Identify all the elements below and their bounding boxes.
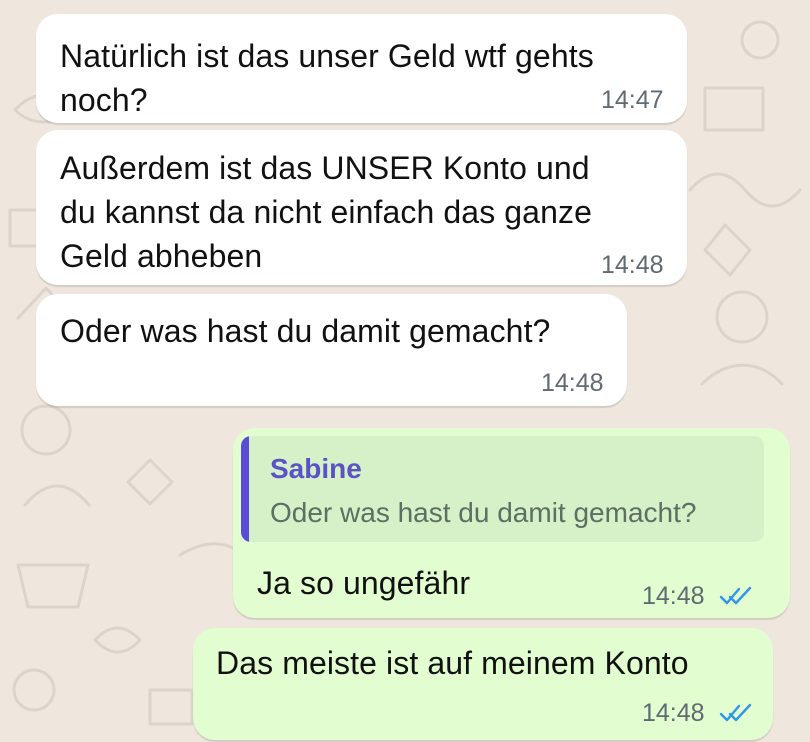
outgoing-message-reply[interactable]: Sabine Oder was hast du damit gemacht? J… [233, 428, 790, 618]
outgoing-message-2[interactable]: Das meiste ist auf meinem Konto 14:48 [193, 628, 773, 740]
message-text: Ja so ungefähr [257, 561, 470, 605]
message-text: Außerdem ist das UNSER Konto und du kann… [60, 146, 592, 278]
message-timestamp: 14:48 [642, 582, 705, 610]
double-check-read-icon [719, 586, 752, 605]
message-timestamp: 14:48 [601, 251, 664, 279]
message-timestamp: 14:47 [601, 86, 664, 114]
quoted-message[interactable]: Sabine Oder was hast du damit gemacht? [241, 436, 764, 542]
message-text: Das meiste ist auf meinem Konto [216, 641, 689, 685]
incoming-message-3[interactable]: Oder was hast du damit gemacht? 14:48 [36, 294, 627, 406]
message-line: Natürlich ist das unser Geld wtf gehts [60, 38, 594, 74]
message-line: Oder was hast du damit gemacht? [60, 313, 551, 349]
message-line: Ja so ungefähr [257, 565, 471, 601]
incoming-message-1[interactable]: Natürlich ist das unser Geld wtf gehts n… [36, 14, 687, 123]
message-line: noch? [60, 82, 148, 118]
incoming-message-2[interactable]: Außerdem ist das UNSER Konto und du kann… [36, 130, 687, 285]
quote-author: Sabine [270, 453, 362, 484]
message-text: Natürlich ist das unser Geld wtf gehts n… [60, 34, 594, 122]
message-line: Außerdem ist das UNSER Konto und [60, 150, 590, 186]
message-timestamp: 14:48 [541, 369, 604, 397]
quote-text: Oder was hast du damit gemacht? [270, 497, 697, 528]
message-line: du kannst da nicht einfach das ganze [60, 194, 592, 230]
message-text: Oder was hast du damit gemacht? [60, 309, 550, 353]
quote-accent-bar [241, 436, 249, 542]
message-line: Geld abheben [60, 238, 263, 274]
message-line: Das meiste ist auf meinem Konto [216, 645, 689, 681]
message-timestamp: 14:48 [642, 699, 705, 727]
double-check-read-icon [719, 703, 752, 722]
